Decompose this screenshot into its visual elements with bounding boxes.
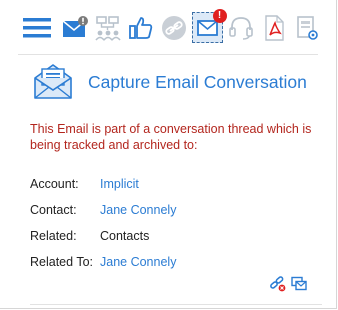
conversation-icon (291, 276, 307, 296)
toolbar-divider (18, 54, 318, 55)
unlink-button[interactable] (270, 276, 286, 292)
conversation-button[interactable] (291, 276, 307, 292)
related-to-link[interactable]: Jane Connely (100, 255, 176, 269)
headset-button[interactable] (226, 13, 256, 43)
alert-badge: ! (212, 8, 227, 23)
email-alert-icon (61, 15, 89, 41)
capture-email-button[interactable]: ! (192, 8, 227, 43)
org-chart-icon (94, 15, 122, 41)
org-chart-button[interactable] (93, 13, 123, 43)
account-link[interactable]: Implicit (100, 177, 139, 191)
link-icon (161, 15, 187, 41)
capture-email-icon: ! (195, 8, 227, 40)
email-alert-button[interactable] (60, 13, 90, 43)
contact-label: Contact: (30, 203, 77, 217)
thumbs-up-icon (128, 15, 154, 41)
document-settings-button[interactable] (292, 13, 322, 43)
thumbs-up-button[interactable] (126, 13, 156, 43)
page-title: Capture Email Conversation (88, 72, 307, 92)
pdf-icon (262, 15, 286, 41)
footer-divider (30, 304, 322, 305)
contact-link[interactable]: Jane Connely (100, 203, 176, 217)
open-envelope-icon (32, 62, 74, 100)
hamburger-menu-button[interactable] (22, 13, 52, 43)
capture-email-pane: ! Capture Email Conversation This Email … (0, 0, 337, 309)
pdf-button[interactable] (259, 13, 289, 43)
related-label: Related: (30, 229, 77, 243)
related-to-label: Related To: (30, 255, 94, 269)
account-label: Account: (30, 177, 79, 191)
headset-icon (228, 15, 254, 41)
related-value: Contacts (100, 229, 150, 243)
unlink-icon (270, 276, 286, 296)
hamburger-menu-icon (23, 16, 51, 40)
tracking-notice: This Email is part of a conversation thr… (30, 122, 312, 152)
link-button[interactable] (159, 13, 189, 43)
toolbar: ! (0, 0, 336, 52)
document-settings-icon (295, 15, 319, 41)
